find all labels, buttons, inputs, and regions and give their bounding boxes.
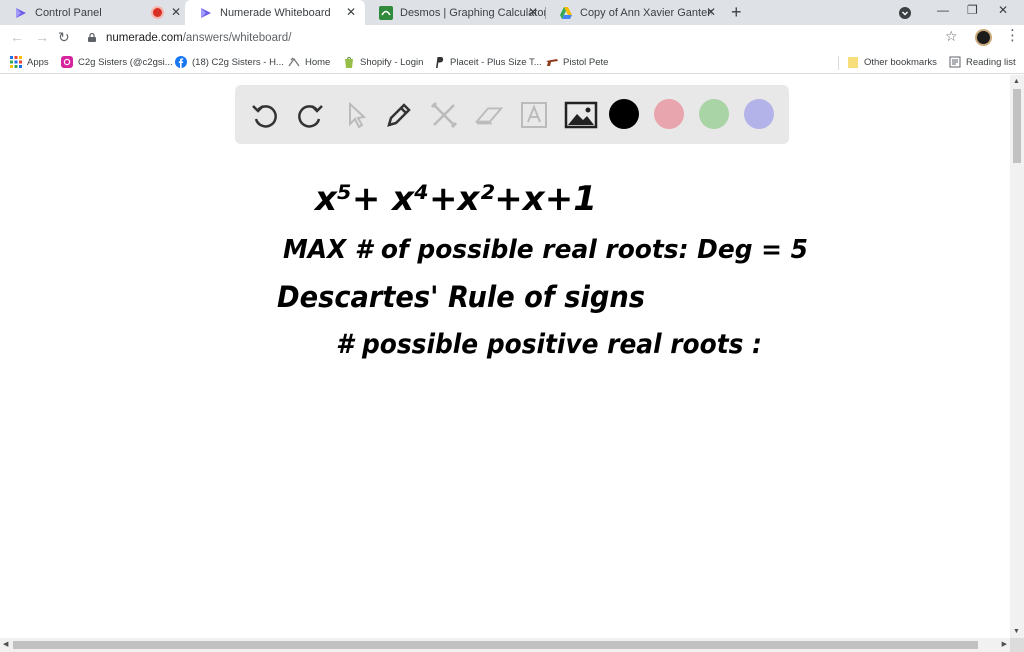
image-icon: [564, 101, 598, 129]
reading-list-icon: [949, 56, 961, 68]
text-icon: [521, 102, 547, 128]
close-window-button[interactable]: ✕: [998, 3, 1008, 17]
bookmark-shopify[interactable]: Shopify - Login: [343, 56, 423, 68]
tab-google-drive-doc[interactable]: Copy of Ann Xavier Gantert - Alg ✕: [545, 0, 725, 25]
bookmarks-divider: [838, 56, 839, 70]
tab-control-panel[interactable]: Control Panel ✕: [0, 0, 185, 25]
lock-icon: [88, 33, 96, 42]
color-swatch-pink[interactable]: [654, 99, 684, 129]
horizontal-scroll-thumb[interactable]: [13, 641, 978, 649]
apps-grid-icon: [10, 56, 22, 68]
tools-icon: [430, 101, 458, 129]
close-tab-icon[interactable]: ✕: [528, 5, 538, 19]
numerade-icon: [201, 7, 211, 18]
tab-search-icon[interactable]: [898, 6, 912, 20]
scroll-down-icon[interactable]: ▼: [1013, 628, 1020, 635]
bookmark-placeit[interactable]: Placeit - Plus Size T...: [433, 56, 542, 68]
browser-menu-icon[interactable]: ⋮: [1005, 26, 1020, 44]
whiteboard-toolbar: [235, 85, 789, 144]
folder-icon: [848, 57, 858, 68]
vertical-scroll-thumb[interactable]: [1013, 89, 1021, 163]
bookmark-apps[interactable]: Apps: [10, 56, 49, 68]
bookmark-pistol-pete[interactable]: Pistol Pete: [546, 56, 608, 68]
bookmark-c2g-instagram[interactable]: C2g Sisters (@c2gsi...: [61, 56, 173, 68]
handwriting-line-2: MAX # of possible real roots: Deg = 5: [283, 235, 808, 265]
shopify-icon: [345, 57, 353, 68]
color-swatch-black[interactable]: [609, 99, 639, 129]
handwriting-line-3: Descartes' Rule of signs: [277, 280, 645, 314]
pistol-icon: [546, 59, 558, 66]
tab-strip: Control Panel ✕ Numerade Whiteboard ✕ De…: [0, 0, 1024, 25]
handwriting-line-1: x⁵+ x⁴+x²+x+1: [313, 179, 597, 219]
horizontal-scrollbar[interactable]: ◀ ▶: [0, 638, 1010, 652]
pen-tool-button[interactable]: [383, 99, 415, 131]
profile-avatar[interactable]: [975, 29, 992, 46]
url-text: numerade.com/answers/whiteboard/: [106, 32, 292, 44]
tools-button[interactable]: [428, 99, 460, 131]
numerade-icon: [16, 7, 26, 18]
home-link-icon: [288, 57, 300, 67]
scroll-right-icon[interactable]: ▶: [1002, 640, 1007, 648]
close-tab-icon[interactable]: ✕: [706, 5, 716, 19]
forward-button[interactable]: →: [35, 29, 49, 45]
browser-toolbar: ← → ↻ numerade.com/answers/whiteboard/ ☆…: [0, 25, 1024, 52]
eraser-tool-button[interactable]: [473, 99, 505, 131]
bookmark-star-icon[interactable]: ☆: [945, 28, 958, 45]
undo-button[interactable]: [249, 99, 281, 131]
whiteboard-canvas[interactable]: x⁵+ x⁴+x²+x+1 MAX # of possible real roo…: [0, 75, 1010, 638]
google-drive-icon: [560, 6, 572, 19]
scroll-up-icon[interactable]: ▲: [1013, 78, 1020, 85]
tab-numerade-whiteboard[interactable]: Numerade Whiteboard ✕: [185, 0, 365, 25]
bookmarks-bar: Apps C2g Sisters (@c2gsi... (18) C2g Sis…: [0, 52, 1024, 74]
reload-button[interactable]: ↻: [58, 29, 70, 46]
handwriting-layer: x⁵+ x⁴+x²+x+1 MAX # of possible real roo…: [277, 179, 808, 360]
new-tab-button[interactable]: +: [731, 2, 742, 23]
back-button[interactable]: ←: [10, 29, 24, 45]
eraser-icon: [474, 107, 504, 125]
facebook-icon: [175, 56, 187, 68]
placeit-icon: [436, 57, 444, 68]
recording-indicator-icon: [153, 8, 162, 17]
other-bookmarks-folder[interactable]: Other bookmarks: [847, 56, 937, 68]
image-tool-button[interactable]: [563, 99, 599, 131]
color-swatch-green[interactable]: [699, 99, 729, 129]
instagram-icon: [61, 56, 73, 68]
undo-icon: [252, 105, 277, 128]
redo-icon: [298, 105, 323, 128]
select-tool-button[interactable]: [339, 99, 371, 131]
bookmark-home[interactable]: Home: [288, 56, 330, 68]
scrollbar-corner: [1010, 638, 1024, 652]
address-bar[interactable]: numerade.com/answers/whiteboard/: [80, 27, 970, 50]
restore-button[interactable]: ❐: [967, 3, 978, 17]
pen-icon: [387, 103, 411, 127]
scroll-left-icon[interactable]: ◀: [3, 640, 8, 648]
reading-list-button[interactable]: Reading list: [949, 56, 1016, 68]
color-swatch-lavender[interactable]: [744, 99, 774, 129]
close-tab-icon[interactable]: ✕: [346, 5, 356, 19]
desmos-icon: [379, 5, 393, 20]
bookmark-c2g-facebook[interactable]: (18) C2g Sisters - H...: [175, 56, 284, 68]
select-cursor-icon: [349, 101, 367, 129]
tab-desmos[interactable]: Desmos | Graphing Calculator ✕: [365, 0, 545, 25]
handwriting-line-4: # possible positive real roots :: [336, 329, 762, 360]
redo-button[interactable]: [294, 99, 326, 131]
minimize-button[interactable]: —: [937, 3, 949, 17]
text-tool-button[interactable]: [518, 99, 550, 131]
close-tab-icon[interactable]: ✕: [171, 5, 181, 19]
vertical-scrollbar[interactable]: ▲ ▼: [1010, 75, 1024, 638]
